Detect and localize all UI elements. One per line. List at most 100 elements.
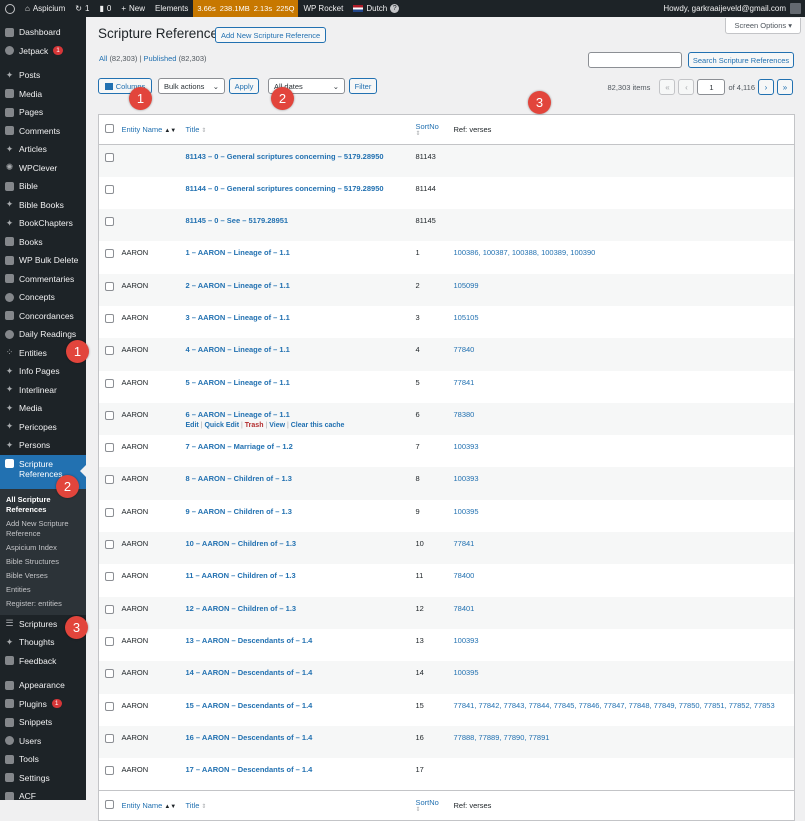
row-checkbox[interactable]: [105, 443, 114, 453]
row-title-link[interactable]: 7 – AARON – Marriage of – 1.2: [186, 442, 293, 451]
row-checkbox[interactable]: [105, 346, 114, 356]
bulk-actions-select[interactable]: Bulk actions ⌄: [158, 78, 225, 94]
row-title-link[interactable]: 6 – AARON – Lineage of – 1.1: [186, 410, 290, 419]
ref-verses-link[interactable]: 77841, 77842, 77843, 77844, 77845, 77846…: [454, 701, 775, 710]
row-checkbox[interactable]: [105, 766, 114, 776]
ref-verses-link[interactable]: 78401: [454, 604, 475, 613]
elements-link[interactable]: Elements: [150, 0, 193, 17]
ref-verses-link[interactable]: 100393: [454, 474, 479, 483]
sidebar-item-wp-bulk-delete[interactable]: WP Bulk Delete: [0, 251, 86, 270]
view-link[interactable]: View: [269, 422, 285, 429]
column-entity-name[interactable]: Entity Name ▲▼: [121, 114, 186, 145]
ref-verses-link[interactable]: 100393: [454, 442, 479, 451]
ref-verses-link[interactable]: 78400: [454, 571, 475, 580]
sidebar-item-pages[interactable]: Pages: [0, 103, 86, 122]
comments-link[interactable]: ▮ 0: [94, 0, 116, 17]
sidebar-item-bible[interactable]: Bible: [0, 177, 86, 196]
sidebar-item-concordances[interactable]: Concordances: [0, 307, 86, 326]
row-title-link[interactable]: 15 – AARON – Descendants of – 1.4: [186, 701, 313, 710]
select-all-checkbox[interactable]: [105, 124, 114, 133]
row-checkbox[interactable]: [105, 636, 114, 646]
submenu-entities[interactable]: Entities: [0, 583, 86, 597]
row-title-link[interactable]: 81144 – 0 – General scriptures concernin…: [186, 184, 384, 193]
screen-options-toggle[interactable]: Screen Options ▾: [725, 18, 801, 34]
trash-link[interactable]: Trash: [245, 422, 264, 429]
row-checkbox[interactable]: [105, 475, 114, 485]
site-name-link[interactable]: ⌂ Aspicium: [20, 0, 70, 17]
row-title-link[interactable]: 2 – AARON – Lineage of – 1.1: [186, 281, 290, 290]
sidebar-item-commentaries[interactable]: Commentaries: [0, 270, 86, 289]
submenu-aspicium-index[interactable]: Aspicium Index: [0, 541, 86, 555]
sidebar-item-settings[interactable]: Settings: [0, 769, 86, 788]
column-sortno[interactable]: SortNo ⇕: [415, 114, 454, 145]
updates-link[interactable]: ↻ 1: [70, 0, 94, 17]
row-title-link[interactable]: 1 – AARON – Lineage of – 1.1: [186, 248, 290, 257]
row-title-link[interactable]: 14 – AARON – Descendants of – 1.4: [186, 668, 313, 677]
sidebar-item-articles[interactable]: ✦ Articles: [0, 140, 86, 159]
sidebar-item-feedback[interactable]: Feedback: [0, 652, 86, 671]
sidebar-item-plugins[interactable]: Plugins 1: [0, 695, 86, 714]
row-title-link[interactable]: 11 – AARON – Children of – 1.3: [186, 571, 296, 580]
sidebar-item-acf[interactable]: ACF: [0, 787, 86, 800]
prev-page-button[interactable]: ‹: [678, 79, 695, 95]
filter-all-link[interactable]: All: [99, 54, 107, 63]
row-checkbox[interactable]: [105, 410, 114, 420]
row-checkbox[interactable]: [105, 184, 114, 194]
search-button[interactable]: Search Scripture References: [688, 52, 794, 68]
ref-verses-link[interactable]: 77840: [454, 345, 475, 354]
submenu-add-new-scripture-reference[interactable]: Add New Scripture Reference: [0, 517, 86, 541]
filter-button[interactable]: Filter: [349, 78, 377, 94]
ref-verses-link[interactable]: 100395: [454, 507, 479, 516]
query-monitor[interactable]: 3.66s 238.1MB 2.13s 225Q: [193, 0, 299, 17]
select-all-checkbox[interactable]: [105, 799, 114, 809]
row-checkbox[interactable]: [105, 572, 114, 582]
row-checkbox[interactable]: [105, 217, 114, 227]
sidebar-item-media[interactable]: Media: [0, 85, 86, 104]
ref-verses-link[interactable]: 77888, 77889, 77890, 77891: [454, 733, 550, 742]
sidebar-item-books[interactable]: Books: [0, 233, 86, 252]
apply-button[interactable]: Apply: [229, 78, 259, 94]
row-title-link[interactable]: 10 – AARON – Children of – 1.3: [186, 539, 297, 548]
row-title-link[interactable]: 13 – AARON – Descendants of – 1.4: [186, 636, 313, 645]
submenu-register-entities[interactable]: Register: entities: [0, 597, 86, 611]
sidebar-item-appearance[interactable]: Appearance: [0, 676, 86, 695]
ref-verses-link[interactable]: 100386, 100387, 100388, 100389, 100390: [454, 248, 596, 257]
column-sortno[interactable]: SortNo ⇕: [415, 789, 454, 821]
row-title-link[interactable]: 81145 – 0 – See – 5179.28951: [186, 216, 289, 225]
filter-published-link[interactable]: Published: [144, 54, 177, 63]
row-title-link[interactable]: 5 – AARON – Lineage of – 1.1: [186, 378, 290, 387]
row-title-link[interactable]: 17 – AARON – Descendants of – 1.4: [186, 765, 313, 774]
row-title-link[interactable]: 81143 – 0 – General scriptures concernin…: [186, 152, 384, 161]
column-title[interactable]: Title ⇕: [185, 114, 416, 145]
ref-verses-link[interactable]: 78380: [454, 410, 475, 419]
ref-verses-link[interactable]: 105099: [454, 281, 479, 290]
clear-cache-link[interactable]: Clear this cache: [291, 422, 345, 429]
sidebar-item-bookchapters[interactable]: ✦ BookChapters: [0, 214, 86, 233]
wp-logo[interactable]: [0, 0, 20, 17]
ref-verses-link[interactable]: 77841: [454, 378, 475, 387]
sidebar-item-jetpack[interactable]: Jetpack 1: [0, 42, 86, 61]
ref-verses-link[interactable]: 105105: [454, 313, 479, 322]
next-page-button[interactable]: ›: [758, 79, 774, 95]
row-checkbox[interactable]: [105, 507, 114, 517]
sidebar-item-wpclever[interactable]: ✺ WPClever: [0, 159, 86, 178]
current-page-input[interactable]: 1: [697, 79, 726, 95]
row-title-link[interactable]: 4 – AARON – Lineage of – 1.1: [186, 345, 290, 354]
sidebar-item-persons[interactable]: ✦ Persons: [0, 436, 86, 455]
wp-rocket-link[interactable]: WP Rocket: [298, 0, 348, 17]
sidebar-item-media-2[interactable]: ✦ Media: [0, 399, 86, 418]
row-checkbox[interactable]: [105, 153, 114, 162]
row-checkbox[interactable]: [105, 733, 114, 743]
row-checkbox[interactable]: [105, 701, 114, 711]
row-checkbox[interactable]: [105, 281, 114, 291]
sidebar-item-dashboard[interactable]: Dashboard: [0, 23, 86, 42]
search-input[interactable]: [588, 52, 682, 68]
row-checkbox[interactable]: [105, 604, 114, 614]
edit-link[interactable]: Edit: [186, 422, 199, 429]
sidebar-item-tools[interactable]: Tools: [0, 750, 86, 769]
row-title-link[interactable]: 9 – AARON – Children of – 1.3: [186, 507, 292, 516]
row-title-link[interactable]: 16 – AARON – Descendants of – 1.4: [186, 733, 313, 742]
row-title-link[interactable]: 3 – AARON – Lineage of – 1.1: [186, 313, 290, 322]
row-checkbox[interactable]: [105, 378, 114, 388]
sidebar-item-interlinear[interactable]: ✦ Interlinear: [0, 381, 86, 400]
